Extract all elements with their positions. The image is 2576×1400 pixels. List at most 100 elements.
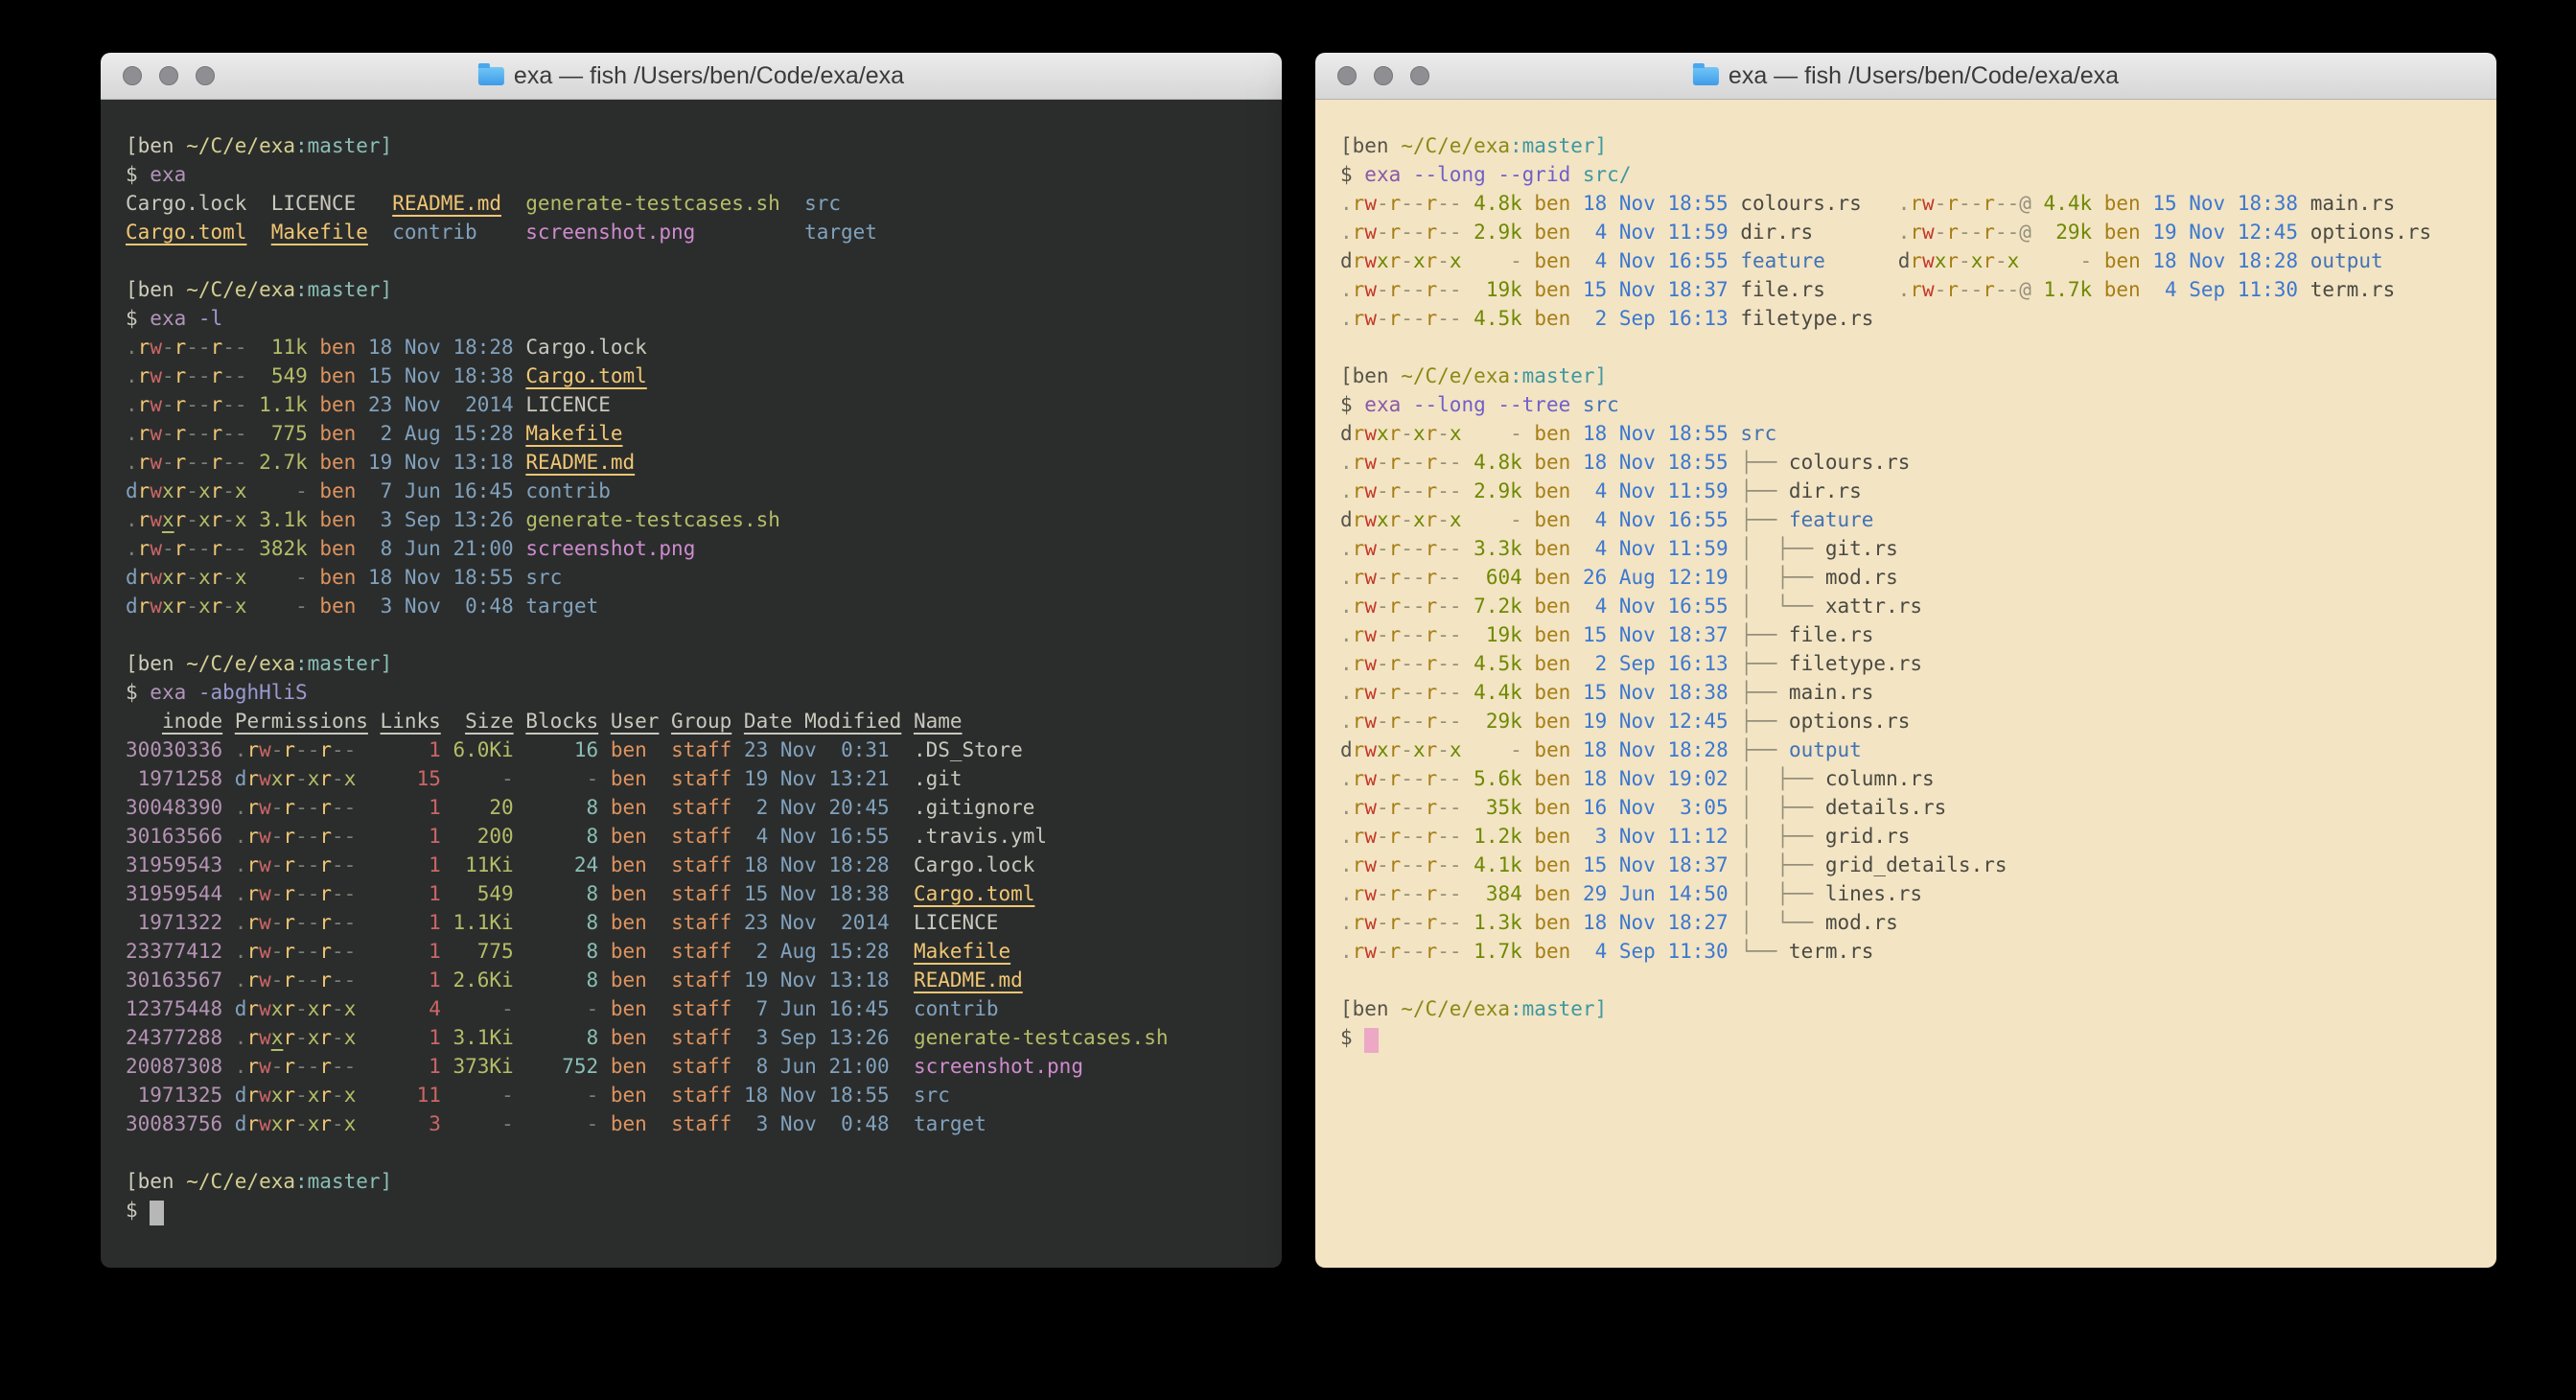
zoom-button[interactable] [196,66,215,85]
text-segment: x [1935,249,1947,272]
text-segment: r [283,940,295,963]
terminal-content-left[interactable]: [ben ~/C/e/exa:master]$ exaCargo.lock LI… [101,100,1282,1268]
text-segment: 1971258 [126,767,235,790]
text-segment: 19 Nov 13:21 [744,767,914,790]
text-segment: 1 [356,1055,453,1078]
text-segment: 30163567 [126,968,235,992]
text-segment: w [259,1026,271,1049]
text-segment: w [1364,307,1377,330]
text-segment: [ben [1340,997,1401,1020]
text-segment: ben [2104,278,2153,301]
terminal-line: [ben ~/C/e/exa:master] [1340,131,2481,160]
text-segment: w [1364,278,1377,301]
text-segment: w [1364,882,1377,905]
titlebar-right[interactable]: exa — fish /Users/ben/Code/exa/exa [1315,53,2496,100]
text-segment: exa [150,681,186,704]
close-button[interactable] [123,66,142,85]
terminal-window-left: exa — fish /Users/ben/Code/exa/exa [ben … [101,53,1282,1268]
text-segment: r [1983,221,1995,244]
text-segment: 1 [356,853,453,876]
terminal-line: 30030336 .rw-r--r-- 1 6.0Ki 16 ben staff… [126,735,1266,764]
titlebar-left[interactable]: exa — fish /Users/ben/Code/exa/exa [101,53,1282,100]
minimize-button[interactable] [1374,66,1393,85]
text-segment: 2 Sep 16:13 [1583,652,1740,675]
text-segment: x [1450,249,1462,272]
text-segment: lines.rs [1825,882,1922,905]
text-segment: r [1983,249,1995,272]
text-segment: x [1377,738,1389,761]
text-segment: r [283,997,295,1020]
text-segment: exa [1364,393,1413,416]
terminal-line: .rw-r--r-- 4.5k ben 2 Sep 16:13 ├── file… [1340,649,2481,678]
text-segment: x [1971,249,1984,272]
text-segment: w [259,1084,271,1107]
terminal-content-right[interactable]: [ben ~/C/e/exa:master]$ exa --long --gri… [1315,100,2496,1268]
text-segment: ben [319,537,368,560]
text-segment: target [804,221,877,244]
text-segment: ben staff [611,940,744,963]
text-segment: dir.rs [1789,479,1862,502]
text-segment: -- [1995,278,2019,301]
text-segment: 3 Nov 11:12 [1583,825,1740,848]
text-segment: w [259,825,271,848]
text-segment: r [1389,738,1402,761]
text-segment: .DS_Store [914,738,1023,761]
text-segment: r [1353,681,1365,704]
text-segment: r [283,968,295,992]
terminal-line: 30163567 .rw-r--r-- 1 2.6Ki 8 ben staff … [126,966,1266,994]
text-segment: git.rs [1825,537,1898,560]
text-segment: 1 [356,968,453,992]
text-segment: . [1340,796,1353,819]
text-segment: d [126,566,138,589]
minimize-button[interactable] [159,66,178,85]
text-segment: w [150,451,162,474]
text-segment: -- [1401,307,1425,330]
text-segment: generate-testcases.sh [525,192,780,215]
text-segment: grid_details.rs [1825,853,2007,876]
text-segment: d [126,479,138,502]
text-segment: r [319,853,332,876]
folder-icon [1693,67,1719,85]
terminal-line: drwxr-xr-x - ben 4 Nov 16:55 feature drw… [1340,246,2481,275]
text-segment: w [1364,681,1377,704]
terminal-line: .rw-r--r-- 11k ben 18 Nov 18:28 Cargo.lo… [126,333,1266,362]
text-segment: x [162,566,174,589]
text-segment: - [271,796,284,819]
text-segment: -- [1959,221,1983,244]
text-segment: - [1377,767,1389,790]
text-segment: contrib [914,997,999,1020]
terminal-line: .rw-r--r-- 1.7k ben 4 Sep 11:30 └── term… [1340,937,2481,966]
terminal-line: .rw-r--r-- 35k ben 16 Nov 3:05 │ ├── det… [1340,793,2481,822]
text-segment: ben [1534,825,1583,848]
text-segment: -- [1437,825,1461,848]
text-segment: w [150,595,162,618]
text-segment: r [211,393,223,416]
text-segment: w [1364,479,1377,502]
text-segment: -- [295,882,319,905]
terminal-line: 31959544 .rw-r--r-- 1 549 8 ben staff 15… [126,879,1266,908]
text-segment: 8 [525,1026,611,1049]
text-segment: 30048390 [126,796,235,819]
text-segment: Cargo.toml [126,221,246,244]
text-segment: x [162,595,174,618]
text-segment: w [259,853,271,876]
text-segment: r [138,364,151,387]
text-segment: r [174,364,187,387]
zoom-button[interactable] [1410,66,1429,85]
text-segment: - [1935,278,1947,301]
text-segment: r [1353,422,1365,445]
text-segment: w [1364,192,1377,215]
text-segment: d [1340,508,1353,531]
text-segment: - [1437,738,1450,761]
text-segment: 18 Nov 19:02 [1583,767,1740,790]
text-segment: 3 Sep 13:26 [744,1026,914,1049]
text-segment: 4 Nov 11:59 [1583,537,1740,560]
text-segment: r [246,1026,259,1049]
text-segment: -- [1401,652,1425,675]
text-segment: Cargo.toml [525,364,646,387]
text-segment: -- [1437,710,1461,733]
text-segment: -- [332,1055,356,1078]
text-segment: r [1946,278,1959,301]
text-segment: . [235,1026,247,1049]
close-button[interactable] [1337,66,1357,85]
